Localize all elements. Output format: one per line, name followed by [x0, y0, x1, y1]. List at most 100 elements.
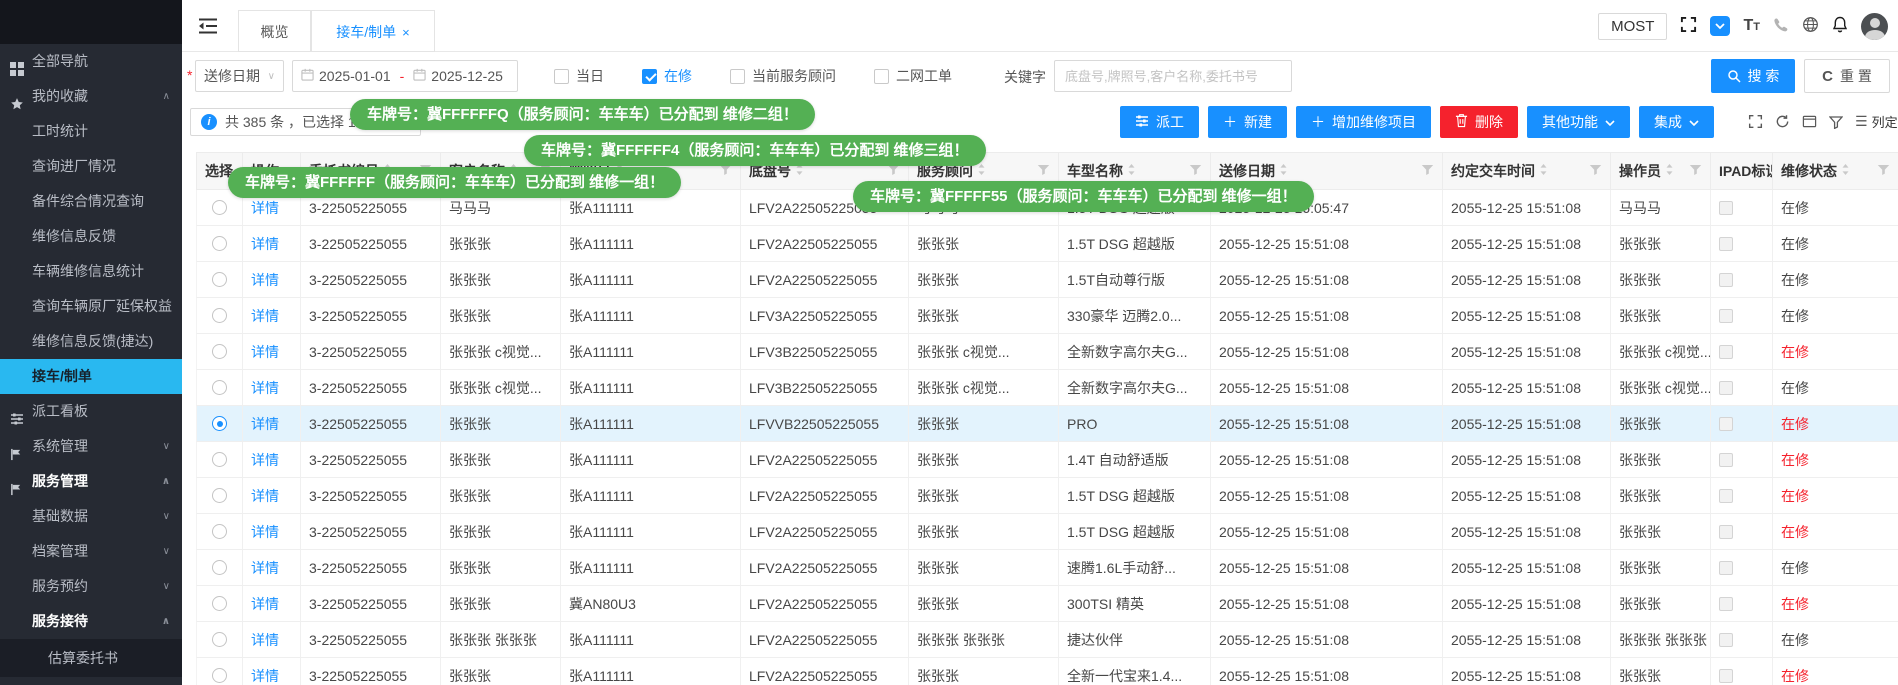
tab-close-icon[interactable]: × — [402, 25, 410, 40]
ipad-checkbox[interactable] — [1719, 308, 1733, 323]
detail-link[interactable]: 详情 — [251, 594, 279, 614]
column-header-ipad[interactable]: IPAD标识 — [1711, 153, 1773, 189]
action-button-3[interactable]: 删除 — [1440, 106, 1518, 138]
row-radio[interactable] — [212, 272, 227, 287]
ipad-checkbox[interactable] — [1719, 488, 1733, 503]
action-button-5[interactable]: 集成 — [1639, 106, 1714, 138]
sidebar-item-5[interactable]: 维修信息反馈 — [0, 219, 182, 254]
ipad-checkbox[interactable] — [1719, 452, 1733, 467]
globe-icon[interactable] — [1802, 16, 1819, 36]
filter-checkbox-2[interactable]: 当前服务顾问 — [730, 66, 836, 86]
sidebar-item-10[interactable]: 派工看板 — [0, 394, 182, 429]
user-avatar[interactable] — [1861, 12, 1888, 40]
column-header-status[interactable]: 维修状态 — [1773, 153, 1898, 189]
detail-link[interactable]: 详情 — [251, 486, 279, 506]
checkbox-icon[interactable] — [874, 68, 889, 84]
detail-link[interactable]: 详情 — [251, 378, 279, 398]
ipad-checkbox[interactable] — [1719, 344, 1733, 359]
fullscreen-icon[interactable] — [1680, 16, 1697, 36]
column-header-delivery_time[interactable]: 约定交车时间 — [1443, 153, 1611, 189]
filter-funnel-icon[interactable] — [1829, 115, 1843, 129]
sidebar-item-16[interactable]: 服务接待 ∧ — [0, 604, 182, 639]
sort-icon[interactable] — [1665, 163, 1674, 179]
sidebar-item-2[interactable]: 工时统计 — [0, 114, 182, 149]
detail-link[interactable]: 详情 — [251, 198, 279, 218]
date-range-picker[interactable]: 2025-01-01 - 2025-12-25 — [292, 60, 518, 92]
refresh-table-icon[interactable] — [1775, 114, 1790, 129]
row-radio[interactable] — [212, 200, 227, 215]
row-radio[interactable] — [212, 344, 227, 359]
tab-overview[interactable]: 概览 — [238, 10, 311, 52]
menu-fold-icon[interactable] — [198, 17, 218, 38]
sidebar-item-4[interactable]: 备件综合情况查询 — [0, 184, 182, 219]
sidebar-item-14[interactable]: 档案管理 ∨ — [0, 534, 182, 569]
row-radio[interactable] — [212, 380, 227, 395]
detail-link[interactable]: 详情 — [251, 666, 279, 685]
ipad-checkbox[interactable] — [1719, 524, 1733, 539]
tab-receive-order[interactable]: 接车/制单 × — [311, 10, 435, 52]
filter-checkbox-1[interactable]: 在修 — [642, 66, 692, 86]
phone-icon[interactable] — [1773, 17, 1789, 36]
detail-link[interactable]: 详情 — [251, 414, 279, 434]
row-radio[interactable] — [212, 632, 227, 647]
column-filter-icon[interactable] — [1877, 163, 1890, 179]
column-filter-icon[interactable] — [1421, 163, 1434, 179]
sidebar-item-11[interactable]: 系统管理 ∨ — [0, 429, 182, 464]
sort-icon[interactable] — [1841, 163, 1850, 179]
most-button[interactable]: MOST — [1598, 12, 1668, 40]
sidebar-item-12[interactable]: 服务管理 ∧ — [0, 464, 182, 499]
sidebar-item-6[interactable]: 车辆维修信息统计 — [0, 254, 182, 289]
row-radio[interactable] — [212, 452, 227, 467]
detail-link[interactable]: 详情 — [251, 270, 279, 290]
column-filter-icon[interactable] — [1689, 163, 1702, 179]
date-type-select[interactable]: 送修日期 ∨ — [195, 60, 284, 92]
expand-table-icon[interactable] — [1748, 114, 1763, 129]
checkbox-icon[interactable] — [554, 68, 569, 84]
reset-button[interactable]: C 重 置 — [1804, 59, 1890, 93]
detail-link[interactable]: 详情 — [251, 522, 279, 542]
sort-icon[interactable] — [977, 163, 986, 179]
action-button-1[interactable]: ＋ 新建 — [1208, 106, 1287, 138]
column-definition-button[interactable]: ☰ 列定义 — [1855, 112, 1898, 131]
ipad-checkbox[interactable] — [1719, 560, 1733, 575]
ipad-checkbox[interactable] — [1719, 272, 1733, 287]
window-icon[interactable] — [1802, 114, 1817, 129]
row-radio[interactable] — [212, 524, 227, 539]
checkbox-icon[interactable] — [642, 68, 657, 84]
row-radio[interactable] — [212, 668, 227, 683]
sort-icon[interactable] — [1539, 163, 1548, 179]
sort-icon[interactable] — [1127, 163, 1136, 179]
row-radio[interactable] — [212, 488, 227, 503]
column-header-operator[interactable]: 操作员 — [1611, 153, 1711, 189]
ipad-checkbox[interactable] — [1719, 632, 1733, 647]
ipad-checkbox[interactable] — [1719, 200, 1733, 215]
sidebar-item-15[interactable]: 服务预约 ∨ — [0, 569, 182, 604]
action-button-4[interactable]: 其他功能 — [1527, 106, 1630, 138]
column-filter-icon[interactable] — [1037, 163, 1050, 179]
row-radio[interactable] — [212, 560, 227, 575]
filter-checkbox-0[interactable]: 当日 — [554, 66, 604, 86]
detail-link[interactable]: 详情 — [251, 234, 279, 254]
date-to-value[interactable]: 2025-12-25 — [431, 68, 503, 84]
ipad-checkbox[interactable] — [1719, 416, 1733, 431]
detail-link[interactable]: 详情 — [251, 306, 279, 326]
sidebar-item-0[interactable]: 全部导航 — [0, 44, 182, 79]
row-radio[interactable] — [212, 236, 227, 251]
sidebar-item-7[interactable]: 查询车辆原厂延保权益 — [0, 289, 182, 324]
column-filter-icon[interactable] — [1189, 163, 1202, 179]
action-button-2[interactable]: ＋ 增加维修项目 — [1296, 106, 1431, 138]
detail-link[interactable]: 详情 — [251, 342, 279, 362]
sidebar-item-8[interactable]: 维修信息反馈(捷达) — [0, 324, 182, 359]
sidebar-item-9[interactable]: 接车/制单 — [0, 359, 182, 394]
keyword-input[interactable] — [1054, 60, 1292, 92]
sort-icon[interactable] — [1279, 163, 1288, 179]
sidebar-item-3[interactable]: 查询进厂情况 — [0, 149, 182, 184]
ipad-checkbox[interactable] — [1719, 236, 1733, 251]
action-button-0[interactable]: 派工 — [1120, 106, 1199, 138]
search-button[interactable]: 搜 索 — [1711, 59, 1795, 93]
filter-checkbox-3[interactable]: 二网工单 — [874, 66, 952, 86]
ipad-checkbox[interactable] — [1719, 668, 1733, 683]
date-from-value[interactable]: 2025-01-01 — [319, 68, 391, 84]
column-filter-icon[interactable] — [1589, 163, 1602, 179]
row-radio[interactable] — [212, 416, 227, 431]
